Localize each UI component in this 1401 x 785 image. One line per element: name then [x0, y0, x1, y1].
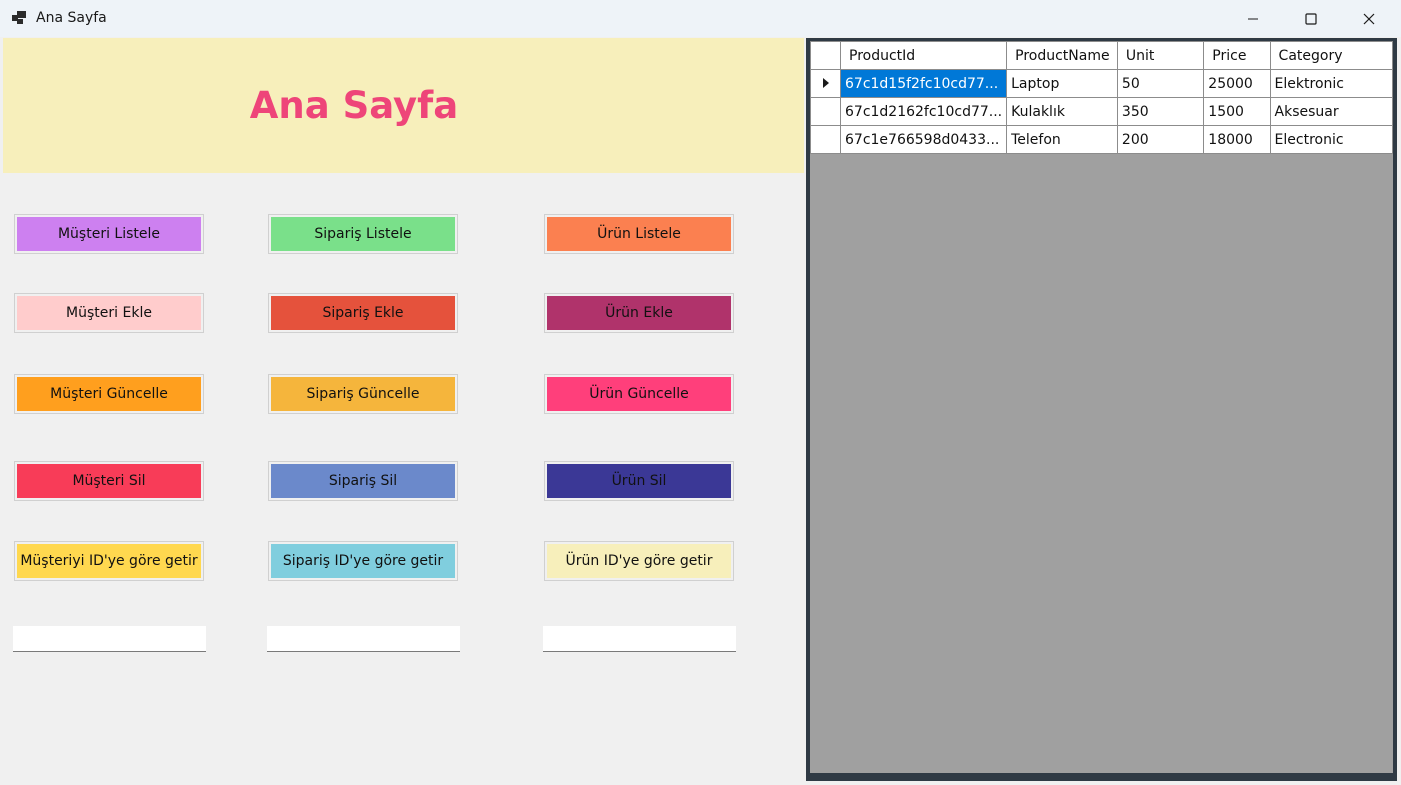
musteri-listele-label: Müşteri Listele	[57, 226, 161, 242]
musteri-guncelle-button[interactable]: Müşteri Güncelle	[14, 374, 204, 414]
siparis-getir-fill: Sipariş ID'ye göre getir	[271, 544, 455, 578]
musteri-id-input[interactable]	[13, 626, 206, 652]
page-title: Ana Sayfa	[249, 84, 459, 127]
table-row[interactable]: 67c1e766598d0433... Telefon 200 18000 El…	[810, 125, 1393, 154]
table-cell[interactable]: 67c1d15f2fc10cd77...	[839, 69, 1008, 98]
minimize-button[interactable]	[1224, 0, 1282, 37]
urun-sil-button[interactable]: Ürün Sil	[544, 461, 734, 501]
header-panel: Ana Sayfa	[3, 38, 804, 173]
siparis-ekle-fill: Sipariş Ekle	[271, 296, 455, 330]
close-button[interactable]	[1340, 0, 1398, 37]
siparis-sil-fill: Sipariş Sil	[271, 464, 455, 498]
column-header-price[interactable]: Price	[1203, 41, 1271, 70]
urun-sil-label: Ürün Sil	[611, 473, 667, 489]
musteri-ekle-label: Müşteri Ekle	[66, 305, 152, 321]
urun-getir-button[interactable]: Ürün ID'ye göre getir	[544, 541, 734, 581]
table-cell[interactable]: 200	[1116, 125, 1205, 154]
table-cell[interactable]: 350	[1116, 97, 1205, 126]
data-grid-table: ProductId ProductName Unit Price Categor…	[810, 41, 1393, 154]
close-icon	[1363, 13, 1375, 24]
table-cell[interactable]: 1500	[1203, 97, 1271, 126]
app-window-icon	[12, 11, 26, 24]
urun-id-input[interactable]	[543, 626, 736, 652]
urun-listele-label: Ürün Listele	[597, 226, 681, 242]
column-header-category[interactable]: Category	[1269, 41, 1393, 70]
maximize-icon	[1305, 12, 1317, 25]
table-cell[interactable]: 67c1d2162fc10cd77...	[839, 97, 1008, 126]
window-title: Ana Sayfa	[36, 10, 107, 26]
musteri-getir-fill: Müşteriyi ID'ye göre getir	[17, 544, 201, 578]
table-cell[interactable]: Telefon	[1006, 125, 1118, 154]
siparis-getir-label: Sipariş ID'ye göre getir	[282, 553, 444, 569]
siparis-ekle-button[interactable]: Sipariş Ekle	[268, 293, 458, 333]
title-bar[interactable]: Ana Sayfa	[0, 0, 1401, 37]
musteri-ekle-button[interactable]: Müşteri Ekle	[14, 293, 204, 333]
musteri-getir-label: Müşteriyi ID'ye göre getir	[20, 553, 198, 569]
urun-guncelle-fill: Ürün Güncelle	[547, 377, 731, 411]
urun-guncelle-label: Ürün Güncelle	[589, 386, 689, 402]
siparis-listele-fill: Sipariş Listele	[271, 217, 455, 251]
siparis-guncelle-button[interactable]: Sipariş Güncelle	[268, 374, 458, 414]
maximize-button[interactable]	[1282, 0, 1340, 37]
table-cell[interactable]: 18000	[1203, 125, 1271, 154]
urun-guncelle-button[interactable]: Ürün Güncelle	[544, 374, 734, 414]
minimize-icon	[1248, 18, 1258, 19]
table-cell[interactable]: Aksesuar	[1269, 97, 1393, 126]
table-cell[interactable]: 50	[1116, 69, 1205, 98]
column-header-unit[interactable]: Unit	[1116, 41, 1205, 70]
musteri-sil-button[interactable]: Müşteri Sil	[14, 461, 204, 501]
grid-header-row: ProductId ProductName Unit Price Categor…	[810, 41, 1393, 70]
urun-sil-fill: Ürün Sil	[547, 464, 731, 498]
table-row[interactable]: 67c1d2162fc10cd77... Kulaklık 350 1500 A…	[810, 97, 1393, 126]
table-cell[interactable]: 67c1e766598d0433...	[839, 125, 1008, 154]
row-pointer-icon	[822, 77, 829, 88]
urun-listele-button[interactable]: Ürün Listele	[544, 214, 734, 254]
siparis-sil-label: Sipariş Sil	[328, 473, 398, 489]
row-header[interactable]	[810, 97, 841, 126]
siparis-id-input[interactable]	[267, 626, 460, 652]
siparis-listele-label: Sipariş Listele	[314, 226, 412, 242]
urun-ekle-fill: Ürün Ekle	[547, 296, 731, 330]
main-window: Ana Sayfa Ana Sayfa Müşteri Listele Sipa…	[0, 0, 1401, 785]
urun-getir-fill: Ürün ID'ye göre getir	[547, 544, 731, 578]
table-cell[interactable]: 25000	[1203, 69, 1271, 98]
musteri-getir-button[interactable]: Müşteriyi ID'ye göre getir	[14, 541, 204, 581]
row-header[interactable]	[810, 125, 841, 154]
column-header-productname[interactable]: ProductName	[1006, 41, 1118, 70]
urun-ekle-button[interactable]: Ürün Ekle	[544, 293, 734, 333]
siparis-ekle-label: Sipariş Ekle	[322, 305, 404, 321]
table-cell[interactable]: Elektronic	[1269, 69, 1393, 98]
musteri-listele-fill: Müşteri Listele	[17, 217, 201, 251]
table-row[interactable]: 67c1d15f2fc10cd77... Laptop 50 25000 Ele…	[810, 69, 1393, 98]
siparis-guncelle-fill: Sipariş Güncelle	[271, 377, 455, 411]
grid-corner-header[interactable]	[810, 41, 841, 70]
siparis-guncelle-label: Sipariş Güncelle	[306, 386, 420, 402]
musteri-sil-label: Müşteri Sil	[72, 473, 146, 489]
urun-listele-fill: Ürün Listele	[547, 217, 731, 251]
musteri-guncelle-fill: Müşteri Güncelle	[17, 377, 201, 411]
table-cell[interactable]: Laptop	[1006, 69, 1118, 98]
siparis-sil-button[interactable]: Sipariş Sil	[268, 461, 458, 501]
musteri-listele-button[interactable]: Müşteri Listele	[14, 214, 204, 254]
table-cell[interactable]: Electronic	[1269, 125, 1393, 154]
row-header[interactable]	[810, 69, 841, 98]
musteri-guncelle-label: Müşteri Güncelle	[50, 386, 168, 402]
musteri-ekle-fill: Müşteri Ekle	[17, 296, 201, 330]
musteri-sil-fill: Müşteri Sil	[17, 464, 201, 498]
table-cell[interactable]: Kulaklık	[1006, 97, 1118, 126]
siparis-getir-button[interactable]: Sipariş ID'ye göre getir	[268, 541, 458, 581]
urun-getir-label: Ürün ID'ye göre getir	[565, 553, 713, 569]
data-grid[interactable]: ProductId ProductName Unit Price Categor…	[810, 41, 1393, 773]
column-header-productid[interactable]: ProductId	[839, 41, 1008, 70]
siparis-listele-button[interactable]: Sipariş Listele	[268, 214, 458, 254]
urun-ekle-label: Ürün Ekle	[605, 305, 673, 321]
